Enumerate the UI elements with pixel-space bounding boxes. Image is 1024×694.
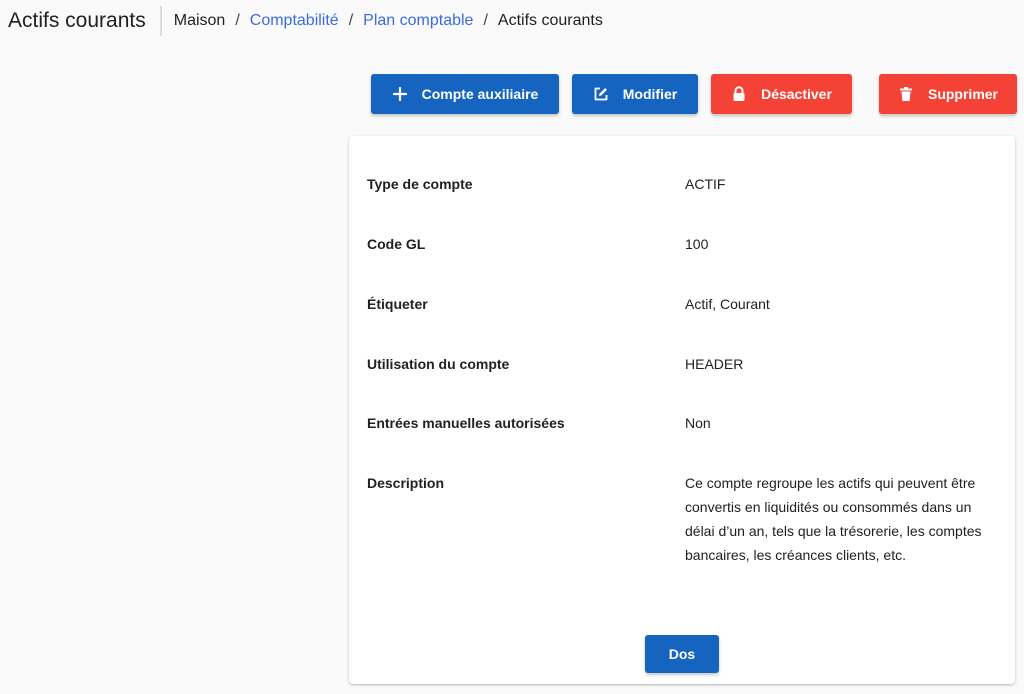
breadcrumb-current: Actifs courants — [497, 12, 603, 29]
detail-value: ACTIF — [685, 176, 726, 192]
delete-label: Supprimer — [927, 86, 998, 102]
detail-value: 100 — [685, 236, 709, 252]
disable-button[interactable]: Désactiver — [711, 74, 852, 114]
detail-label: Utilisation du compte — [367, 356, 510, 372]
account-details-card: Type de compte ACTIF Code GL 100 Étiquet… — [349, 136, 1015, 684]
detail-value: Actif, Courant — [685, 296, 770, 312]
lock-icon — [731, 86, 747, 102]
title-divider — [159, 6, 162, 36]
edit-button[interactable]: Modifier — [572, 74, 698, 114]
detail-value: Ce compte regroupe les actifs qui peuven… — [685, 475, 982, 563]
back-button[interactable]: Dos — [645, 635, 719, 673]
breadcrumb-chart-of-accounts[interactable]: Plan comptable — [363, 12, 473, 30]
disable-label: Désactiver — [761, 86, 832, 102]
detail-label: Entrées manuelles autorisées — [367, 415, 565, 431]
add-sub-account-label: Compte auxiliaire — [421, 86, 539, 102]
detail-label: Code GL — [367, 236, 426, 252]
add-sub-account-button[interactable]: Compte auxiliaire — [371, 74, 559, 114]
detail-label: Étiqueter — [367, 296, 428, 312]
detail-label: Type de compte — [367, 176, 473, 192]
edit-label: Modifier — [622, 86, 678, 102]
trash-icon — [898, 86, 914, 102]
breadcrumb: Maison / Comptabilité / Plan comptable /… — [174, 12, 603, 30]
detail-value: Non — [685, 415, 711, 431]
detail-value: HEADER — [685, 356, 744, 372]
breadcrumb-separator: / — [348, 12, 354, 29]
delete-button[interactable]: Supprimer — [879, 74, 1017, 114]
detail-label: Description — [367, 475, 445, 491]
plus-icon — [392, 86, 408, 102]
breadcrumb-separator: / — [483, 12, 488, 29]
page-title: Actifs courants — [8, 9, 146, 32]
breadcrumb-home[interactable]: Maison — [174, 12, 226, 30]
edit-icon — [593, 86, 609, 102]
page: Actifs courants Maison / Comptabilité / … — [0, 0, 1024, 694]
page-header: Actifs courants Maison / Comptabilité / … — [8, 6, 603, 36]
breadcrumb-separator: / — [235, 12, 240, 29]
breadcrumb-accounting[interactable]: Comptabilité — [250, 12, 339, 30]
